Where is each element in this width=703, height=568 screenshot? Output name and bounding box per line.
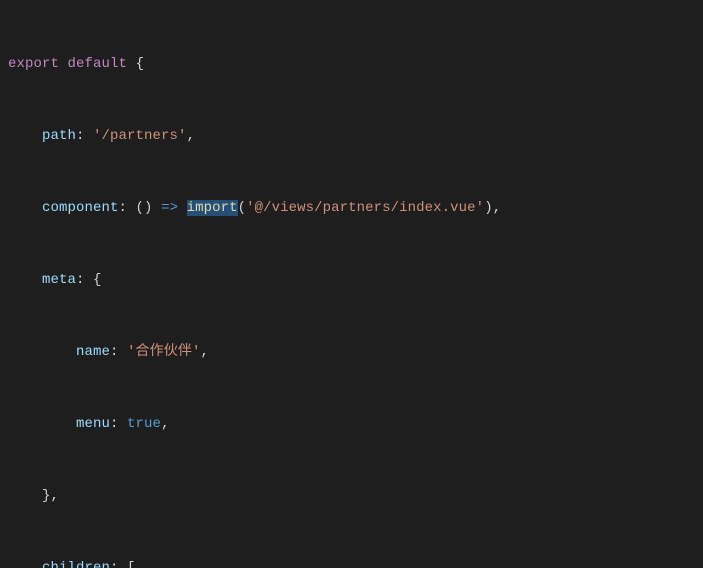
prop-key: path (42, 128, 76, 144)
keyword-import: import (187, 200, 238, 216)
prop-key: menu (76, 416, 110, 432)
prop-key: component (42, 200, 119, 216)
code-line: }, (8, 484, 703, 508)
code-editor[interactable]: export default { path: '/partners', comp… (0, 0, 703, 568)
code-line: children: [ (8, 556, 703, 568)
string: '合作伙伴' (127, 344, 200, 360)
code-line: menu: true, (8, 412, 703, 436)
bool: true (127, 416, 161, 432)
code-line: meta: { (8, 268, 703, 292)
code-line: name: '合作伙伴', (8, 340, 703, 364)
keyword-export: export (8, 56, 59, 72)
prop-key: children (42, 560, 110, 568)
prop-key: meta (42, 272, 76, 288)
keyword-default: default (68, 56, 128, 72)
brace: { (136, 56, 145, 72)
code-line: path: '/partners', (8, 124, 703, 148)
code-line: component: () => import('@/views/partner… (8, 196, 703, 220)
string: '/partners' (93, 128, 187, 144)
prop-key: name (76, 344, 110, 360)
code-line: export default { (8, 52, 703, 76)
string: '@/views/partners/index.vue' (246, 200, 484, 216)
